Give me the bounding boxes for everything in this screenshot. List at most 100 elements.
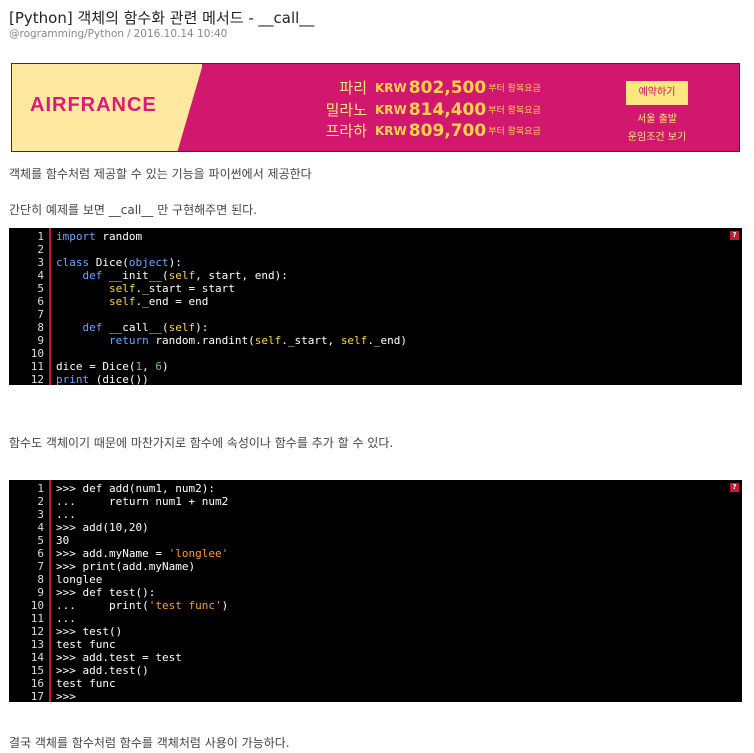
post-meta: @rogramming/Python/2016.10.14 10:40 bbox=[9, 28, 227, 40]
paragraph: 간단히 예제를 보면 __call__ 만 구현해주면 된다. bbox=[9, 203, 257, 217]
code-token: >>> bbox=[56, 690, 76, 703]
code-token: >>> add(10,20) bbox=[56, 521, 149, 534]
code-text: ... return num1 + num2 bbox=[56, 495, 228, 508]
ad-fare-row: 밀라노 KRW 814,400 부터 왕복요금 bbox=[312, 99, 541, 121]
line-number: 12 bbox=[30, 373, 44, 386]
code-token: self bbox=[168, 321, 196, 334]
paragraph: 함수도 객체이기 때문에 마찬가지로 함수에 속성이나 함수를 추가 할 수 있… bbox=[9, 436, 394, 450]
help-icon[interactable]: ? bbox=[730, 231, 739, 240]
ad-wedge-shape bbox=[177, 64, 203, 151]
line-number: 1 bbox=[37, 230, 44, 243]
code-token: ._end = end bbox=[135, 295, 209, 308]
line-number: 10 bbox=[30, 599, 44, 612]
line-number: 9 bbox=[37, 334, 44, 347]
code-text: test func bbox=[56, 677, 116, 690]
ad-terms-link[interactable]: 운임조건 보기 bbox=[612, 128, 702, 143]
code-token: 'longlee' bbox=[168, 547, 229, 560]
code-text: test func bbox=[56, 638, 116, 651]
ad-fare-price: 802,500 bbox=[408, 77, 487, 98]
code-token: ... return num1 + num2 bbox=[56, 495, 229, 508]
code-text: ... bbox=[56, 612, 76, 625]
line-number: 4 bbox=[37, 269, 44, 282]
code-text: self._end = end bbox=[56, 295, 208, 308]
line-number: 6 bbox=[37, 295, 44, 308]
ad-fare-city: 파리 bbox=[339, 79, 367, 97]
code-text: self._start = start bbox=[56, 282, 235, 295]
code-token: ) bbox=[161, 360, 169, 373]
code-token: test func bbox=[56, 638, 116, 651]
line-number: 10 bbox=[30, 347, 44, 360]
code-text: longlee bbox=[56, 573, 102, 586]
code-text: class Dice(object): bbox=[56, 256, 182, 269]
code-text: >>> bbox=[56, 690, 76, 703]
line-number: 4 bbox=[37, 521, 44, 534]
code-token: ): bbox=[195, 321, 209, 334]
line-number: 5 bbox=[37, 534, 44, 547]
code-token: >>> add.test() bbox=[56, 664, 149, 677]
ad-fare-row: 파리 KRW 802,500 부터 왕복요금 bbox=[312, 77, 541, 99]
code-text: def __init__(self, start, end): bbox=[56, 269, 288, 282]
help-icon[interactable]: ? bbox=[730, 483, 739, 492]
code-text: >>> add.test = test bbox=[56, 651, 182, 664]
code-token: self bbox=[108, 295, 136, 308]
ad-fare-city: 밀라노 bbox=[325, 101, 367, 119]
ad-fare-note: 부터 왕복요금 bbox=[488, 127, 541, 137]
post-date: 2016.10.14 10:40 bbox=[133, 28, 228, 40]
code-token: def bbox=[82, 269, 103, 282]
code-text: >>> print(add.myName) bbox=[56, 560, 195, 573]
code-token: >>> add.myName = bbox=[56, 547, 169, 560]
ad-departure-label: 서울 출발 bbox=[637, 114, 677, 125]
paragraph: 객체를 함수처럼 제공할 수 있는 기능을 파이썬에서 제공한다 bbox=[9, 167, 312, 181]
code-text: >>> add(10,20) bbox=[56, 521, 149, 534]
code-text: >>> add.myName = 'longlee' bbox=[56, 547, 228, 560]
line-number: 17 bbox=[30, 690, 44, 703]
meta-separator: / bbox=[127, 28, 131, 40]
line-number: 16 bbox=[30, 677, 44, 690]
code-token: self bbox=[108, 282, 136, 295]
line-number: 1 bbox=[37, 482, 44, 495]
code-token: ... print( bbox=[56, 599, 149, 612]
ad-fare-note: 부터 왕복요금 bbox=[488, 106, 541, 116]
ad-fare-currency: KRW bbox=[375, 123, 407, 138]
code-token: >>> print(add.myName) bbox=[56, 560, 196, 573]
code-token: >>> def add(num1, num2): bbox=[56, 482, 215, 495]
code-text: 30 bbox=[56, 534, 69, 547]
line-number: 11 bbox=[30, 612, 44, 625]
code-text: print (dice()) bbox=[56, 373, 149, 386]
line-number: 2 bbox=[37, 243, 44, 256]
line-number: 12 bbox=[30, 625, 44, 638]
code-token: >>> add.test = test bbox=[56, 651, 182, 664]
line-number: 8 bbox=[37, 321, 44, 334]
ad-fare-note: 부터 왕복요금 bbox=[488, 84, 541, 94]
code-token: ._start = start bbox=[135, 282, 235, 295]
code-token: , bbox=[142, 360, 156, 373]
ad-fare-price: 809,700 bbox=[408, 120, 487, 141]
code-block: ? 1 import random 2 3 class Dice(object): 4 d… bbox=[9, 228, 742, 386]
ad-fare-currency: KRW bbox=[375, 102, 407, 117]
code-text: ... bbox=[56, 508, 76, 521]
code-token: dice = Dice( bbox=[56, 360, 136, 373]
code-token: self bbox=[340, 334, 368, 347]
code-token: def bbox=[82, 321, 103, 334]
code-token: >>> def test(): bbox=[56, 586, 156, 599]
code-text: >>> add.test() bbox=[56, 664, 149, 677]
ad-fare-city: 프라하 bbox=[325, 122, 367, 140]
code-token: __init__( bbox=[102, 269, 169, 282]
code-token: , start, end): bbox=[195, 269, 288, 282]
code-token: 30 bbox=[56, 534, 70, 547]
ad-banner[interactable]: AIRFRANCE 파리 KRW 802,500 부터 왕복요금 밀라노 KRW 814,… bbox=[11, 63, 740, 152]
ad-book-button[interactable]: 예약하기 bbox=[626, 81, 688, 105]
code-token: test func bbox=[56, 677, 116, 690]
code-text: >>> def test(): bbox=[56, 586, 155, 599]
code-token: ._end) bbox=[367, 334, 408, 347]
post-category-link[interactable]: @rogramming/Python bbox=[9, 28, 124, 40]
line-number: 3 bbox=[37, 508, 44, 521]
code-token: return bbox=[108, 334, 149, 347]
line-number: 3 bbox=[37, 256, 44, 269]
code-token: self bbox=[168, 269, 196, 282]
line-number: 7 bbox=[37, 308, 44, 321]
code-token: longlee bbox=[56, 573, 103, 586]
